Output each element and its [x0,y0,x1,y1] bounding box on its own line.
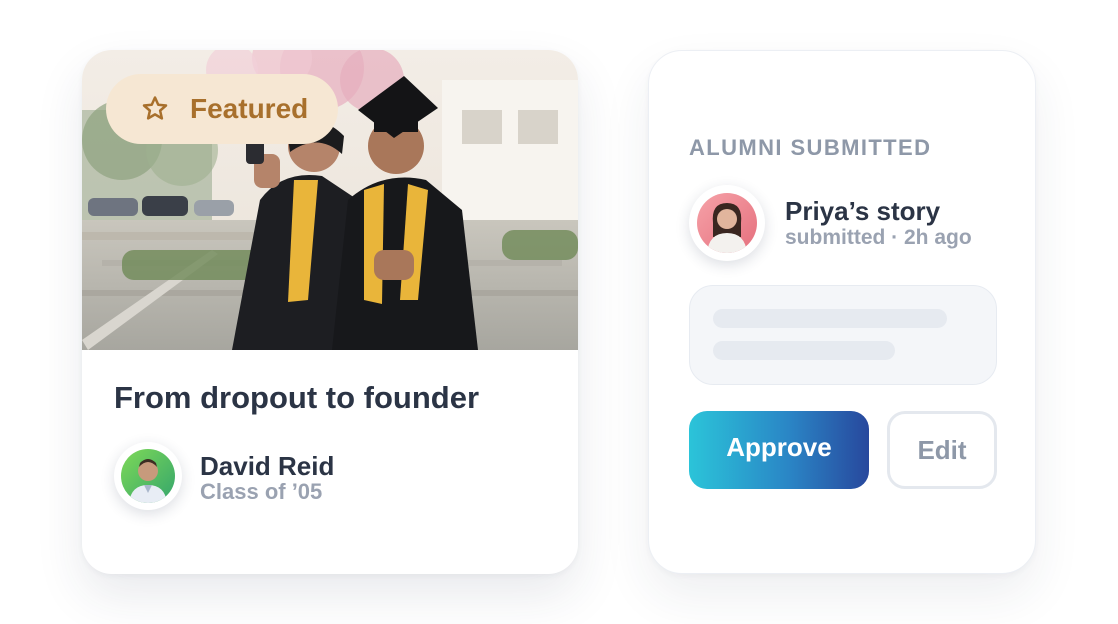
story-title[interactable]: From dropout to founder [114,380,479,416]
approve-button[interactable]: Approve [689,411,869,489]
submission-meta: submitted · 2h ago [785,226,972,249]
featured-badge: Featured [106,74,338,144]
star-outline-icon [142,96,168,120]
submitter-avatar[interactable] [689,185,765,261]
submitter-photo [697,193,757,253]
author-name[interactable]: David Reid [200,451,334,482]
edit-button[interactable]: Edit [887,411,997,489]
author-avatar[interactable] [114,442,182,510]
submission-review-card: ALUMNI SUBMITTED Priya’s story submitted… [648,50,1036,574]
story-preview-placeholder [689,285,997,385]
featured-badge-label: Featured [190,93,309,124]
author-photo [121,449,175,503]
section-label: ALUMNI SUBMITTED [689,135,932,160]
submission-title[interactable]: Priya’s story [785,196,940,227]
featured-story-card[interactable]: Featured From dropout to founder David R… [82,50,578,574]
author-class-year: Class of ’05 [200,479,323,504]
skeleton-line [713,309,947,328]
skeleton-line [713,341,895,360]
stage: Featured From dropout to founder David R… [0,0,1118,624]
